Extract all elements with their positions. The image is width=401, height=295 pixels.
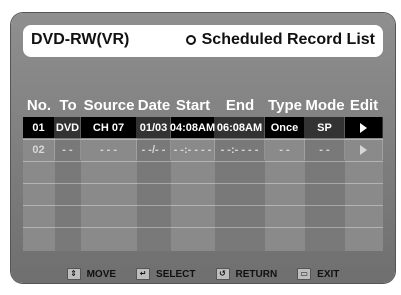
table-header: No. To Source Date Start End Type Mode E…: [23, 95, 383, 115]
col-header-to: To: [59, 96, 77, 114]
cell-type: Once: [265, 117, 305, 138]
move-hint: ⇕ MOVE: [66, 268, 117, 280]
table-body: 01 DVD CH 07 01/03 04:08AM 06:08AM Once …: [23, 117, 383, 251]
col-header-edit: Edit: [349, 96, 379, 114]
enter-icon: ↵: [136, 268, 151, 280]
return-label: RETURN: [235, 268, 278, 280]
edit-button[interactable]: [345, 117, 383, 138]
circle-icon: [185, 35, 196, 45]
play-arrow-icon: [360, 144, 367, 155]
return-icon: ↺: [215, 268, 230, 280]
col-header-end: End: [225, 96, 255, 114]
return-hint: ↺ RETURN: [215, 268, 278, 280]
scheduled-record-panel: DVD-RW(VR) Scheduled Record List No. To …: [11, 13, 395, 283]
cell-start: 04:08AM: [170, 117, 215, 138]
exit-hint: ▭ EXIT: [297, 268, 339, 280]
cell-to: - -: [55, 139, 81, 160]
screen-title-text: Scheduled Record List: [201, 31, 375, 48]
col-header-source: Source: [83, 96, 135, 114]
cell-start: - -:- - - -: [171, 139, 215, 160]
cell-to: DVD: [55, 117, 81, 138]
row-divider: [23, 227, 383, 228]
cell-mode: - -: [305, 139, 345, 160]
cell-date: 01/03: [137, 117, 171, 138]
up-down-icon: ⇕: [66, 268, 81, 280]
edit-button[interactable]: [345, 139, 383, 160]
cell-date: - -/- -: [137, 139, 171, 160]
cell-end: 06:08AM: [215, 117, 265, 138]
cell-no: 02: [23, 139, 55, 160]
col-header-no: No.: [26, 96, 52, 114]
move-label: MOVE: [86, 268, 117, 280]
select-label: SELECT: [156, 268, 196, 280]
cell-no: 01: [23, 117, 55, 138]
title-bar: DVD-RW(VR) Scheduled Record List: [23, 25, 383, 57]
cell-mode: SP: [305, 117, 345, 138]
table-row[interactable]: 01 DVD CH 07 01/03 04:08AM 06:08AM Once …: [23, 117, 383, 138]
row-divider: [23, 183, 383, 184]
col-header-mode: Mode: [305, 96, 345, 114]
cell-source: - - -: [81, 139, 137, 160]
disc-type-title: DVD-RW(VR): [31, 31, 130, 48]
cell-type: - -: [265, 139, 305, 160]
exit-label: EXIT: [317, 268, 340, 280]
cell-source: CH 07: [81, 117, 137, 138]
exit-icon: ▭: [297, 268, 312, 280]
select-hint: ↵ SELECT: [136, 268, 196, 280]
footer-hints: ⇕ MOVE ↵ SELECT ↺ RETURN ▭ EXIT: [23, 265, 383, 283]
row-divider: [23, 205, 383, 206]
screen-title: Scheduled Record List: [185, 31, 375, 49]
schedule-table: No. To Source Date Start End Type Mode E…: [23, 95, 383, 251]
col-header-date: Date: [137, 96, 171, 114]
table-row[interactable]: 02 - - - - - - -/- - - -:- - - - - -:- -…: [23, 139, 383, 160]
row-divider: [23, 161, 383, 162]
cell-end: - -:- - - -: [215, 139, 265, 160]
col-header-type: Type: [268, 96, 302, 114]
col-header-start: Start: [175, 96, 211, 114]
play-arrow-icon: [360, 122, 367, 133]
